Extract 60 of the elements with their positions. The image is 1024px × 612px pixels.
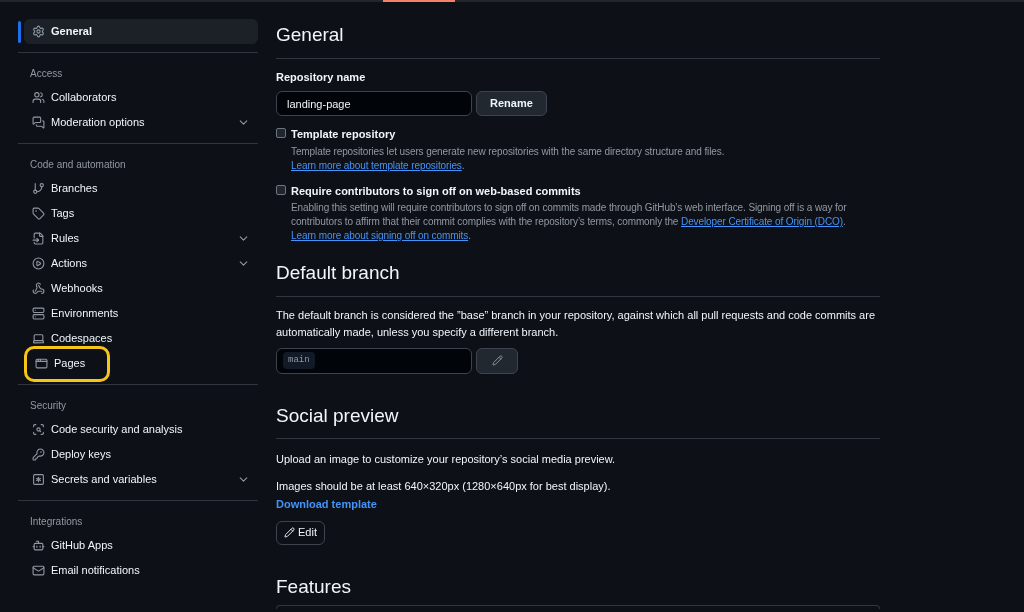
option-description: Enabling this setting will require contributors to sign off on commits made through GitHub’s web interface. Signing off is a way for contributors to affirm that their commit complies with the repository’s terms, commonly the Developer Certificate of Origin (DCO). Learn more about signing off on commits. <box>291 201 848 243</box>
scan-search-icon <box>32 423 45 436</box>
server-icon <box>32 307 45 320</box>
branch-description: The default branch is considered the ”base” branch in your repository, against which all pull requests and code commits are automatically made, unless you specify a different branch. <box>276 307 876 340</box>
branch-name: main <box>283 351 315 370</box>
asterisk-square-icon <box>32 473 45 486</box>
social-preview-description: Upload an image to customize your repository’s social media preview. <box>276 452 617 467</box>
mail-icon <box>32 564 45 577</box>
browser-window-icon <box>35 357 48 370</box>
sidebar-item[interactable]: Code security and analysis <box>24 417 191 442</box>
chat-bubbles-icon <box>32 116 45 129</box>
option-label: Require contributors to sign off on web-based commits <box>291 183 582 199</box>
learn-more-link[interactable]: Learn more about template repositories <box>291 159 462 171</box>
pencil-icon <box>284 527 295 538</box>
sidebar-item[interactable]: GitHub Apps <box>24 533 121 558</box>
default-branch-field[interactable]: main <box>276 347 472 374</box>
key-icon <box>32 448 45 461</box>
section-heading: Access <box>29 66 64 81</box>
section-heading: Integrations <box>29 514 84 529</box>
sidebar-item[interactable]: Pages <box>24 345 111 382</box>
checkbox[interactable] <box>276 128 286 138</box>
checkbox[interactable] <box>276 184 286 195</box>
image-size-note: Images should be at least 640×320px (1280×640px for best display). <box>276 478 612 494</box>
tag-icon <box>32 207 45 220</box>
webhook-icon <box>32 282 45 295</box>
laptop-icon <box>32 332 45 345</box>
rename-button[interactable]: Rename <box>476 91 547 116</box>
field-label: Repository name <box>276 69 367 85</box>
section-title: Features <box>276 574 352 599</box>
sidebar-item[interactable]: Secrets and variables <box>24 467 258 492</box>
file-arrow-icon <box>32 232 45 245</box>
bot-icon <box>32 539 45 552</box>
section-title: Default branch <box>276 259 880 297</box>
settings-icon <box>32 25 45 38</box>
pencil-icon <box>491 355 503 366</box>
section-title: General <box>276 21 880 59</box>
edit-branch-button[interactable] <box>476 347 518 374</box>
sidebar-item[interactable]: Webhooks <box>24 276 111 301</box>
sidebar-item[interactable]: Actions <box>24 251 258 276</box>
sidebar-item[interactable]: Tags <box>24 201 83 226</box>
option-label: Template repository <box>291 127 397 142</box>
sidebar-item[interactable]: Collaborators <box>24 85 125 110</box>
section-heading: Code and automation <box>29 157 127 172</box>
section-title: Social preview <box>276 401 880 439</box>
sidebar-item[interactable]: General <box>24 19 258 44</box>
branch-icon <box>32 182 45 195</box>
sidebar-item[interactable]: Environments <box>24 301 127 326</box>
section-heading: Security <box>29 398 68 413</box>
sidebar-item[interactable]: Email notifications <box>24 558 148 583</box>
repository-name-field[interactable]: landing-page <box>276 91 472 116</box>
sidebar-item[interactable]: Rules <box>24 226 258 251</box>
people-icon <box>32 91 45 104</box>
edit-button[interactable]: Edit <box>276 520 325 545</box>
download-template-link[interactable]: Download template <box>276 496 377 513</box>
sidebar-item[interactable]: Moderation options <box>24 110 258 135</box>
option-description: Template repositories let users generate new repositories with the same directory structure and files. Learn more about template repositories. <box>291 144 726 173</box>
sidebar-item[interactable]: Deploy keys <box>24 442 119 467</box>
learn-more-link[interactable]: Developer Certificate of Origin (DCO) <box>681 216 843 227</box>
play-circle-icon <box>32 257 45 270</box>
sidebar-item[interactable]: Branches <box>24 176 106 201</box>
